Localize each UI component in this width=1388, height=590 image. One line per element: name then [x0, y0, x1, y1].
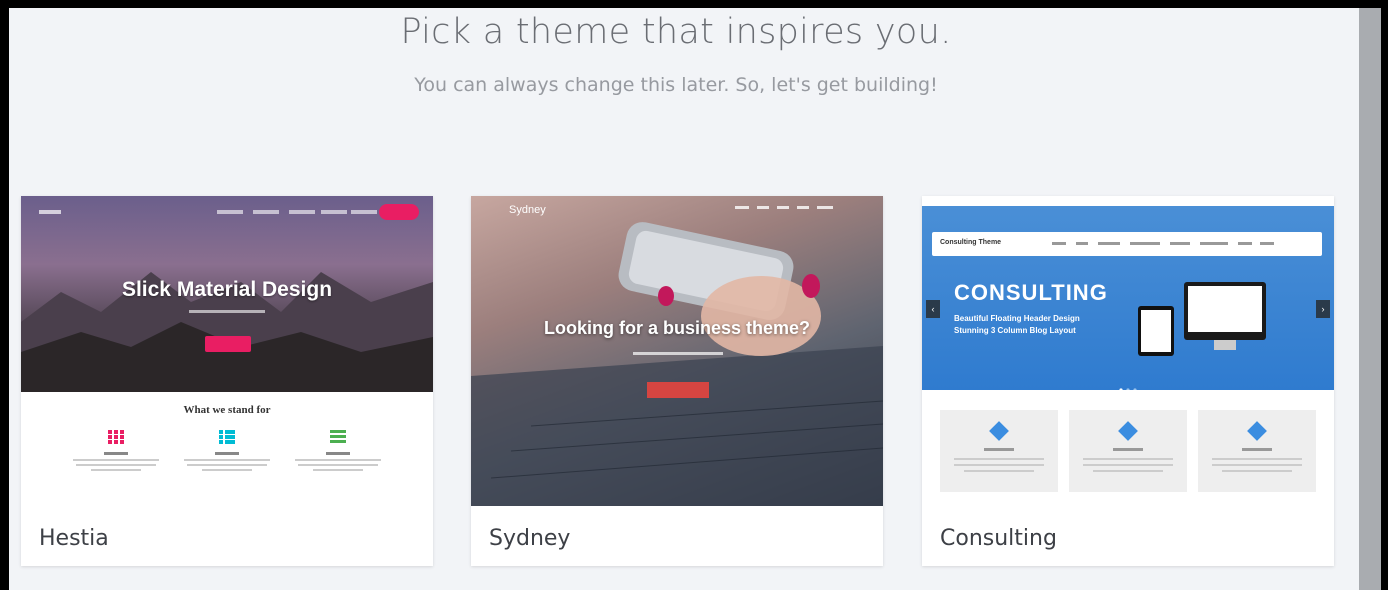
preview-hero-line: Beautiful Floating Header Design — [954, 314, 1080, 323]
preview-features — [922, 390, 1334, 506]
preview-cta-button — [205, 336, 251, 352]
menu-icon — [330, 430, 346, 443]
feature-box — [940, 410, 1058, 492]
feature-box — [1198, 410, 1316, 492]
feature-item — [172, 430, 282, 474]
page-subtitle: You can always change this later. So, le… — [414, 74, 938, 96]
grid-icon — [108, 430, 124, 444]
preview-features: What we stand for — [21, 392, 433, 506]
diamond-icon — [989, 421, 1009, 441]
feature-item — [283, 430, 393, 474]
preview-cta-button — [647, 382, 709, 398]
tablet-image — [1138, 306, 1174, 356]
phone-hand-image — [471, 222, 883, 506]
theme-name: Sydney — [489, 526, 571, 551]
theme-card-hestia[interactable]: Slick Material Design What we stand for — [21, 196, 433, 566]
diamond-icon — [1247, 421, 1267, 441]
feature-item — [61, 430, 171, 474]
preview-hero-title: Looking for a business theme? — [543, 318, 811, 338]
theme-card-sydney[interactable]: Sydney Looking for a business theme? Syd… — [471, 196, 883, 566]
theme-name: Consulting — [940, 526, 1057, 551]
chevron-left-icon: ‹ — [926, 300, 940, 318]
diamond-icon — [1118, 421, 1138, 441]
hero-image: Sydney Looking for a business theme? — [471, 196, 883, 506]
chevron-right-icon: › — [1316, 300, 1330, 318]
mountains-image — [21, 272, 433, 392]
list-icon — [219, 430, 235, 444]
preview-hero-title: CONSULTING — [954, 280, 1108, 305]
preview-brand: Sydney — [509, 204, 546, 216]
scrollbar[interactable] — [1359, 8, 1381, 590]
preview-hero-line: Stunning 3 Column Blog Layout — [954, 326, 1076, 335]
theme-preview-consulting[interactable]: Consulting Theme ‹ › CONSULTING Beautifu… — [922, 196, 1334, 506]
feature-box — [1069, 410, 1187, 492]
preview-navbar: Consulting Theme — [932, 232, 1322, 256]
page-title: Pick a theme that inspires you. — [400, 12, 952, 52]
theme-name: Hestia — [39, 526, 109, 551]
hero-image: Slick Material Design — [21, 196, 433, 392]
monitor-image — [1184, 282, 1266, 340]
preview-section-title: What we stand for — [183, 404, 271, 416]
preview-brand: Consulting Theme — [940, 239, 1002, 246]
theme-card-consulting[interactable]: Consulting Theme ‹ › CONSULTING Beautifu… — [922, 196, 1334, 566]
theme-preview-hestia[interactable]: Slick Material Design What we stand for — [21, 196, 433, 506]
preview-hero-title: Slick Material Design — [121, 278, 333, 301]
preview-navbar — [21, 204, 433, 222]
theme-preview-sydney[interactable]: Sydney Looking for a business theme? — [471, 196, 883, 506]
